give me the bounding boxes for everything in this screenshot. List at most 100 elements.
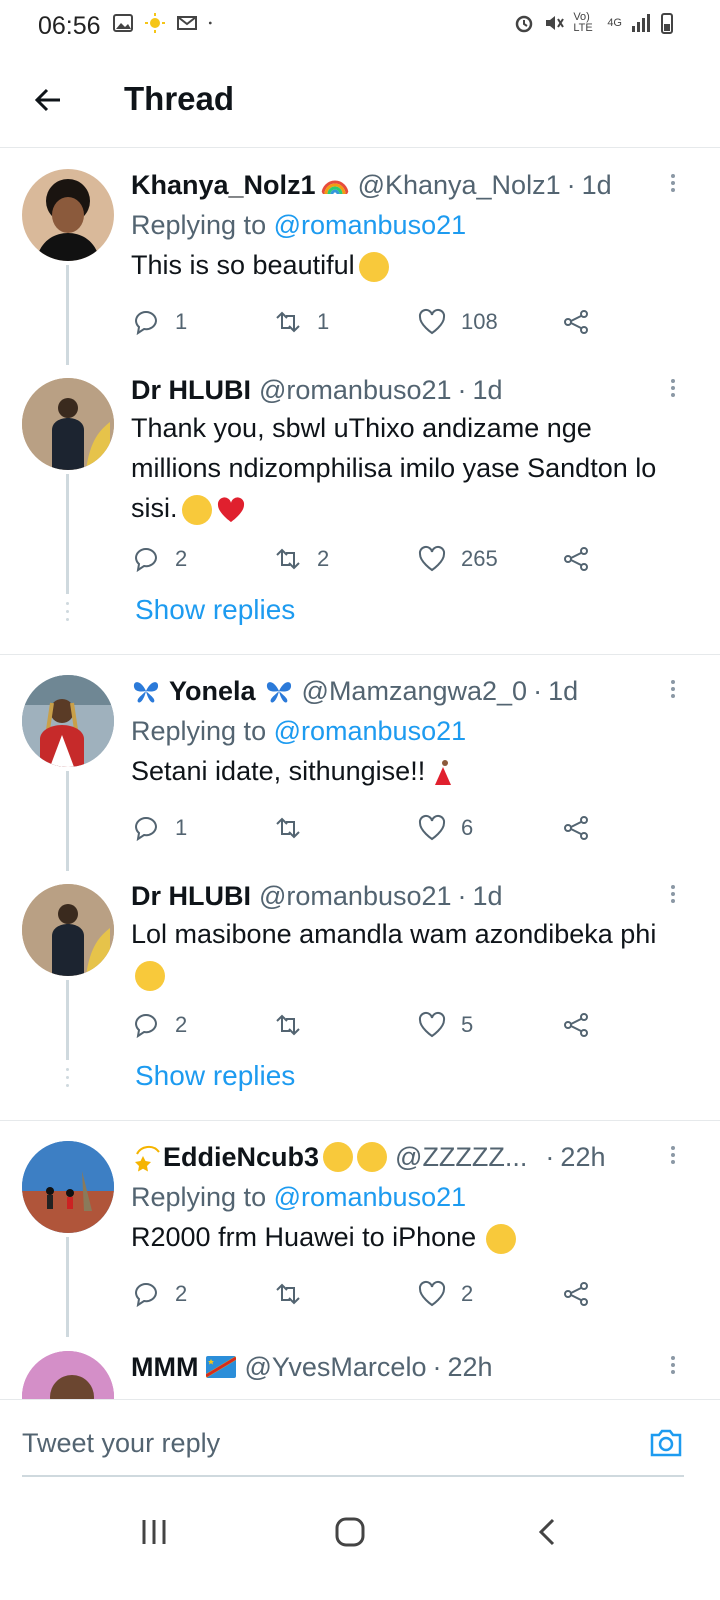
status-right-icons: Vo) LTE 4G [513,12,674,34]
reply-button[interactable]: 2 [131,1010,187,1040]
thread-connector-dots [66,602,69,626]
retweet-button[interactable] [273,813,317,843]
network-type: 4G [607,17,622,29]
heart-icon [418,1280,446,1307]
status-left-icons [112,12,218,34]
user-handle[interactable]: @romanbuso21 [259,374,452,406]
back-nav-icon[interactable] [528,1512,568,1552]
user-handle[interactable]: @ZZZZZ... [395,1141,527,1173]
share-button[interactable] [561,544,591,574]
butterfly-emoji-icon [266,682,291,703]
reply-icon [134,311,158,336]
reply-icon [134,817,158,842]
share-icon [564,816,588,840]
retweet-icon [276,311,300,333]
replying-to: Replying to @romanbuso21 [131,716,467,746]
show-replies-link[interactable]: Show replies [135,594,295,626]
more-options-icon[interactable] [668,882,678,912]
tweet-actions: 2 2 265 [131,544,611,584]
avatar[interactable] [22,169,114,261]
thinking-face-emoji-icon [486,1223,517,1254]
avatar[interactable] [22,1141,114,1233]
tweet[interactable]: Yonela @Mamzangwa2_0 · 1d Replying to @r… [0,655,720,871]
like-button[interactable]: 108 [417,307,498,337]
reply-button[interactable]: 1 [131,813,187,843]
tweet[interactable]: Khanya_Nolz1 @Khanya_Nolz1 · 1d Replying… [0,149,720,365]
reply-input[interactable]: Tweet your reply [22,1428,220,1459]
notification-dot-icon [208,21,212,25]
tweet[interactable]: Dr HLUBI @romanbuso21 · 1d Thank you, sb… [0,364,720,654]
more-options-icon[interactable] [668,677,678,707]
signal-icon [632,14,650,32]
heart-icon [418,545,446,572]
butterfly-emoji-icon [133,682,159,703]
avatar[interactable] [22,1351,114,1399]
share-button[interactable] [561,1279,591,1309]
show-replies-link[interactable]: Show replies [135,1060,295,1092]
like-button[interactable]: 6 [417,813,473,843]
heart-icon [418,308,446,335]
reply-button[interactable]: 1 [131,307,187,337]
retweet-icon [276,1283,300,1305]
retweet-icon [276,817,300,839]
back-arrow-icon[interactable] [30,82,66,118]
thread-feed[interactable]: Khanya_Nolz1 @Khanya_Nolz1 · 1d Replying… [0,149,720,1399]
tweet-content: Khanya_Nolz1 @Khanya_Nolz1 · 1d Replying… [131,169,664,285]
tweet-content: Dr HLUBI @romanbuso21 · 1d Thank you, sb… [131,374,664,528]
user-handle[interactable]: @YvesMarcelo [244,1351,426,1383]
more-options-icon[interactable] [668,376,678,406]
rainbow-emoji-icon [321,180,349,195]
display-name[interactable]: EddieNcub3 [163,1141,319,1173]
camera-icon[interactable] [648,1424,684,1460]
retweet-icon [276,548,300,570]
mention-link[interactable]: @romanbuso21 [274,210,467,240]
reply-button[interactable]: 2 [131,1279,187,1309]
reply-button[interactable]: 2 [131,544,187,574]
sun-notification-icon [145,13,165,33]
like-button[interactable]: 2 [417,1279,473,1309]
display-name[interactable]: Khanya_Nolz1 [131,169,316,201]
recent-apps-icon[interactable] [134,1512,174,1552]
tweet-time: 1d [472,375,503,405]
mention-link[interactable]: @romanbuso21 [274,1182,467,1212]
share-button[interactable] [561,813,591,843]
retweet-button[interactable]: 1 [273,307,329,337]
mention-link[interactable]: @romanbuso21 [274,716,467,746]
retweet-count: 1 [317,309,330,334]
avatar[interactable] [22,675,114,767]
share-button[interactable] [561,307,591,337]
more-options-icon[interactable] [668,1353,678,1383]
like-count: 108 [461,309,498,334]
avatar[interactable] [22,884,114,976]
user-handle[interactable]: @Khanya_Nolz1 [358,169,561,201]
tweet[interactable]: Dr HLUBI @romanbuso21 · 1d Lol masibone … [0,870,720,1120]
display-name[interactable]: Dr HLUBI [131,374,251,406]
tweet-actions: 1 1 108 [131,307,611,347]
more-options-icon[interactable] [668,1143,678,1173]
user-handle[interactable]: @Mamzangwa2_0 [302,675,528,707]
retweet-button[interactable]: 2 [273,544,329,574]
gmail-notification-icon [177,16,197,30]
tweet-time: 22h [447,1352,493,1382]
like-button[interactable]: 265 [417,544,498,574]
tweet-actions: 2 5 [131,1010,611,1050]
reply-count: 2 [175,1012,188,1037]
home-icon[interactable] [330,1512,370,1552]
tweet-content: Dr HLUBI @romanbuso21 · 1d Lol masibone … [131,880,664,994]
system-nav-bar [0,1478,720,1600]
avatar[interactable] [22,378,114,470]
share-button[interactable] [561,1010,591,1040]
reply-icon [134,1014,158,1039]
retweet-button[interactable] [273,1010,317,1040]
more-options-icon[interactable] [668,171,678,201]
heart-icon [418,1011,446,1038]
tweet-text: Thank you, sbwl uThixo andizame nge mill… [131,413,657,525]
tweet[interactable]: EddieNcub3 @ZZZZZ... · 22h Replying to @… [0,1121,720,1337]
display-name[interactable]: MMM [131,1351,198,1383]
display-name[interactable]: Yonela [169,675,256,707]
display-name[interactable]: Dr HLUBI [131,880,251,912]
retweet-button[interactable] [273,1279,317,1309]
like-button[interactable]: 5 [417,1010,473,1040]
user-handle[interactable]: @romanbuso21 [259,880,452,912]
tweet[interactable]: MMM @YvesMarcelo · 22h [0,1331,720,1399]
